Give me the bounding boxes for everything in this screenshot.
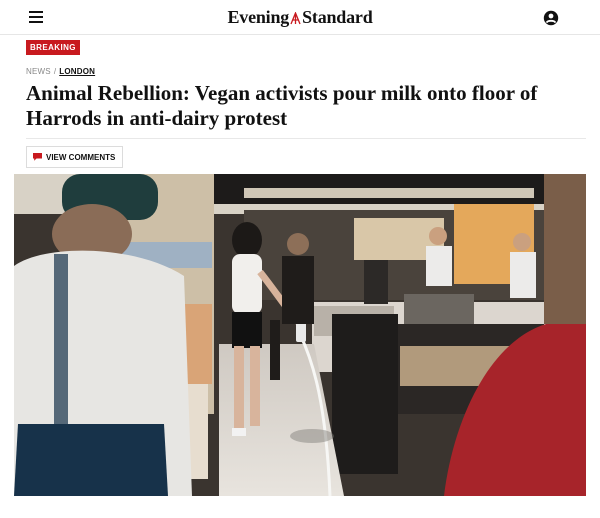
article-headline: Animal Rebellion: Vegan activists pour m… (26, 81, 538, 130)
site-logo[interactable]: Evening Standard (0, 7, 600, 28)
view-comments-button[interactable]: VIEW COMMENTS (26, 146, 124, 168)
breadcrumb-category[interactable]: LONDON (59, 67, 95, 76)
logo-text-left: Evening (227, 7, 290, 27)
article-photo[interactable] (14, 174, 586, 496)
view-comments-label: VIEW COMMENTS (46, 152, 116, 162)
account-icon[interactable] (543, 10, 559, 26)
logo-mark-icon (290, 11, 301, 25)
breadcrumb: NEWS / LONDON (26, 67, 95, 76)
logo-text-right: Standard (302, 7, 373, 27)
headline-divider (26, 138, 586, 139)
site-header: Evening Standard (0, 0, 600, 35)
breadcrumb-section[interactable]: NEWS (26, 67, 51, 76)
breadcrumb-separator: / (53, 67, 57, 76)
comment-bubble-icon (33, 153, 42, 161)
breaking-badge: BREAKING (26, 40, 80, 55)
